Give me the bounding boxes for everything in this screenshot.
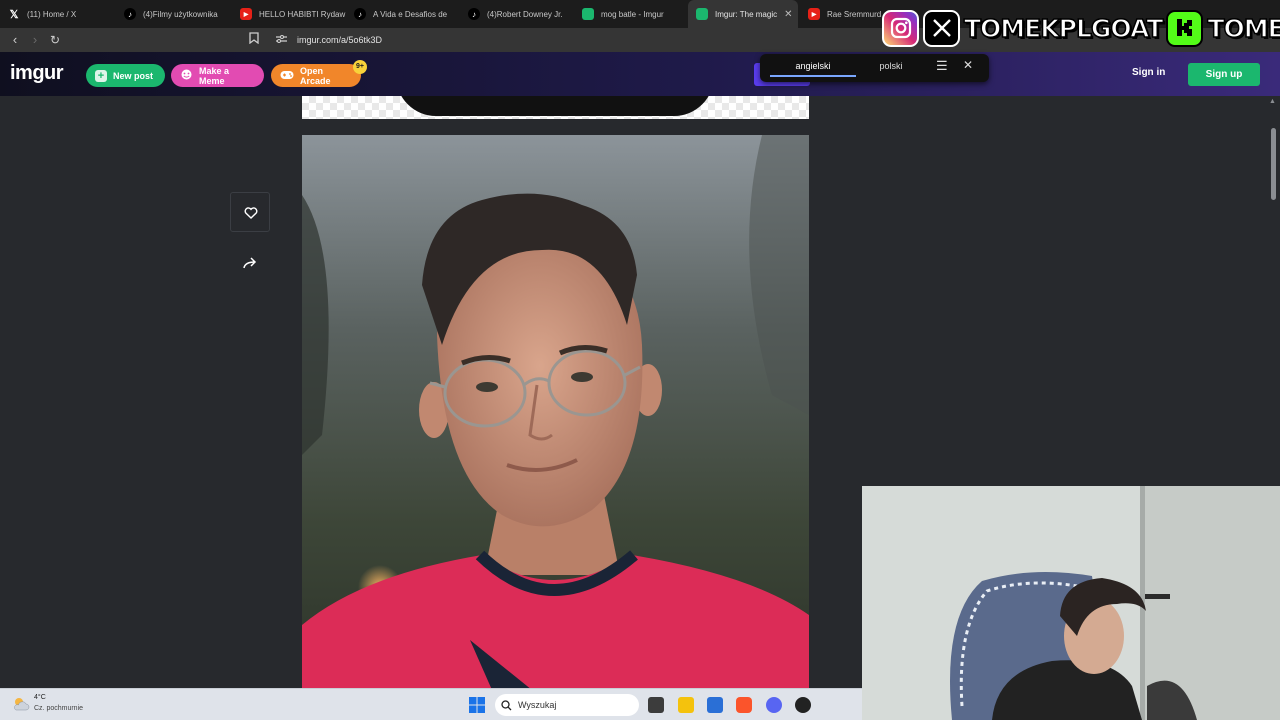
post-image[interactable] [302, 135, 809, 690]
imgur-logo[interactable]: imgur [10, 62, 64, 85]
browser-tab[interactable]: ▶ HELLO HABIBTI Rydaw [232, 0, 346, 28]
browser-tab[interactable]: ♪ A Vida e Desafios de [346, 0, 460, 28]
brave-browser-icon[interactable] [736, 697, 752, 713]
obs-icon[interactable] [795, 697, 811, 713]
file-explorer-icon[interactable] [678, 697, 694, 713]
discord-icon[interactable] [766, 697, 782, 713]
task-view-icon[interactable] [648, 697, 664, 713]
bookmark-icon[interactable] [246, 32, 262, 48]
cloudy-weather-icon[interactable] [12, 695, 30, 713]
x-icon: 𝕏 [9, 8, 19, 21]
taskbar-search[interactable]: Wyszukaj [495, 694, 639, 716]
url-text: imgur.com/a/5o6tk3D [297, 35, 383, 45]
meme-icon [180, 69, 193, 82]
share-button[interactable] [240, 254, 260, 274]
browser-tab[interactable]: ▶ Rae Sremmurd, S [800, 0, 882, 28]
instagram-icon [882, 9, 919, 47]
make-meme-button[interactable]: Make a Meme [171, 64, 264, 87]
reload-icon[interactable]: ↻ [47, 32, 63, 48]
new-post-button[interactable]: + New post [86, 64, 165, 87]
overlay-handle-2: TOMEKPL [1207, 13, 1280, 44]
sign-up-button[interactable]: Sign up [1188, 63, 1260, 86]
search-icon [501, 699, 512, 710]
browser-tab[interactable]: mog batle - Imgur [574, 0, 688, 28]
page-scrollbar[interactable] [1271, 128, 1276, 200]
menu-icon[interactable]: ☰ [936, 58, 948, 74]
windows-taskbar: 4°C Cz. pochmurnie Wyszukaj [0, 688, 862, 720]
tiktok-icon: ♪ [354, 8, 366, 20]
youtube-icon: ▶ [808, 8, 820, 20]
open-arcade-button[interactable]: Open Arcade [271, 64, 361, 87]
share-arrow-icon [243, 257, 257, 269]
back-icon[interactable]: ‹ [7, 32, 23, 48]
close-icon[interactable]: ✕ [784, 9, 792, 20]
imgur-icon [696, 8, 708, 20]
browser-tab[interactable]: 𝕏 (11) Home / X [0, 0, 116, 28]
scroll-up-arrow[interactable]: ▲ [1269, 98, 1276, 105]
weather-description: Cz. pochmurnie [34, 705, 84, 712]
kick-icon [1166, 9, 1204, 47]
youtube-icon: ▶ [240, 8, 252, 20]
address-bar[interactable]: imgur.com/a/5o6tk3D [270, 30, 770, 50]
plus-icon: + [95, 69, 107, 82]
translate-tab-polish[interactable]: polski [870, 61, 912, 71]
translate-tab-english[interactable]: angielski [770, 61, 856, 71]
forward-icon[interactable]: › [27, 32, 43, 48]
browser-tab[interactable]: ♪ (4)Robert Downey Jr. [460, 0, 574, 28]
imgur-icon [582, 8, 594, 20]
sign-in-button[interactable]: Sign in [1132, 67, 1165, 78]
close-icon[interactable]: ✕ [963, 58, 973, 72]
overlay-handle-1: TOMEKPLGOAT [963, 13, 1164, 44]
windows-start-icon[interactable] [469, 697, 485, 713]
browser-tab-active[interactable]: Imgur: The magic ✕ [688, 0, 798, 28]
active-tab-indicator [770, 75, 856, 77]
browser-tab[interactable]: ♪ (4)Filmy użytkownika [116, 0, 232, 28]
x-icon [923, 9, 960, 47]
store-icon[interactable] [707, 697, 723, 713]
heart-icon [244, 207, 258, 219]
tiktok-icon: ♪ [468, 8, 480, 20]
stream-social-overlay: TOMEKPLGOAT TOMEKPL [882, 8, 1280, 48]
previous-image-strip [302, 96, 809, 119]
gamepad-icon [280, 70, 294, 82]
weather-temperature: 4°C [34, 694, 46, 701]
site-info-icon[interactable] [276, 34, 287, 46]
arcade-badge: 9+ [353, 60, 367, 74]
webcam-overlay [862, 486, 1280, 720]
favorite-button[interactable] [230, 192, 270, 232]
tiktok-icon: ♪ [124, 8, 136, 20]
